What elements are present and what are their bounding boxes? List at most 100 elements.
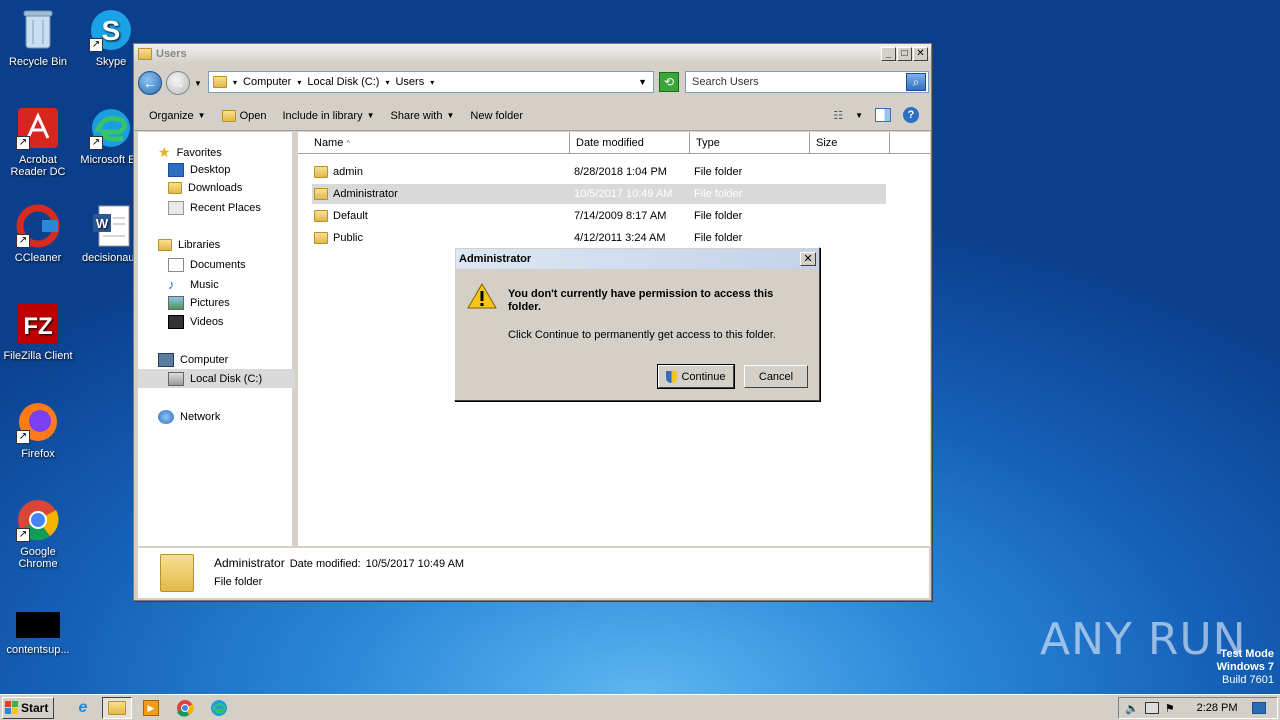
nav-videos[interactable]: Videos xyxy=(168,315,223,329)
view-options-icon[interactable]: ☷ xyxy=(833,109,843,122)
search-placeholder: Search Users xyxy=(692,76,759,88)
volume-icon[interactable]: 🔈 xyxy=(1125,702,1139,715)
nav-pictures[interactable]: Pictures xyxy=(168,296,230,310)
nav-music[interactable]: ♪ Music xyxy=(168,277,219,292)
nav-favorites[interactable]: ★ Favorites xyxy=(158,144,222,161)
chevron-down-icon: ▼ xyxy=(366,111,375,120)
nav-documents[interactable]: Documents xyxy=(168,258,246,272)
nav-computer[interactable]: Computer xyxy=(158,353,228,367)
column-header-size[interactable]: Size xyxy=(810,132,890,154)
row-type: File folder xyxy=(694,166,743,178)
chevron-down-icon[interactable]: ▾ xyxy=(297,78,301,87)
desktop-icon-contentsup[interactable]: contentsup... xyxy=(0,610,76,656)
address-box[interactable]: ▾ Computer ▾ Local Disk (C:) ▾ Users ▾ ▼ xyxy=(208,71,654,93)
details-pane: Administrator Date modified: 10/5/2017 1… xyxy=(138,548,929,598)
clock[interactable]: 2:28 PM xyxy=(1197,702,1238,714)
help-icon[interactable]: ? xyxy=(903,107,919,123)
close-button[interactable]: ✕ xyxy=(913,47,928,61)
desktop-icon xyxy=(168,163,184,177)
continue-button[interactable]: Continue xyxy=(657,364,735,389)
share-with-button[interactable]: Share with ▼ xyxy=(391,110,455,122)
forward-button[interactable]: → xyxy=(166,71,190,95)
table-row[interactable]: Administrator 10/5/2017 10:49 AM File fo… xyxy=(312,184,886,204)
nav-local-disk[interactable]: Local Disk (C:) xyxy=(168,372,262,386)
nav-libraries[interactable]: Libraries xyxy=(158,239,220,251)
network-icon xyxy=(158,410,174,424)
desktop-icon-recycle-bin[interactable]: Recycle Bin xyxy=(0,8,76,68)
breadcrumb-local-disk[interactable]: Local Disk (C:) xyxy=(307,76,379,88)
taskbar-edge-icon[interactable] xyxy=(204,697,234,719)
locked-folder-icon xyxy=(314,166,328,178)
navigation-pane: ★ Favorites Desktop Downloads Recent Plac… xyxy=(138,132,295,546)
maximize-button[interactable]: □ xyxy=(897,47,912,61)
table-row[interactable]: Public 4/12/2011 3:24 AM File folder xyxy=(312,228,886,248)
organize-button[interactable]: Organize ▼ xyxy=(149,110,206,122)
nav-desktop[interactable]: Desktop xyxy=(168,163,230,177)
star-icon: ★ xyxy=(158,144,171,160)
nav-recent-places[interactable]: Recent Places xyxy=(168,201,261,215)
chevron-down-icon[interactable]: ▾ xyxy=(430,78,434,87)
documents-icon xyxy=(168,258,184,272)
breadcrumb-users[interactable]: Users xyxy=(395,76,424,88)
taskbar-media-player-icon[interactable]: ▶ xyxy=(136,697,166,719)
search-icon[interactable]: ⌕ xyxy=(906,73,926,91)
nav-label: Favorites xyxy=(176,146,222,159)
nav-label: Local Disk (C:) xyxy=(190,373,263,385)
dialog-close-button[interactable]: ✕ xyxy=(800,252,816,266)
action-center-flag-icon[interactable]: ⚑ xyxy=(1165,702,1175,715)
new-folder-button[interactable]: New folder xyxy=(470,110,523,122)
minimize-button[interactable]: _ xyxy=(881,47,896,61)
taskbar-ie-icon[interactable]: e xyxy=(68,697,98,719)
back-button[interactable]: ← xyxy=(138,71,162,95)
nav-network[interactable]: Network xyxy=(158,410,220,424)
desktop-icon-label: contentsup... xyxy=(6,644,70,656)
nav-downloads[interactable]: Downloads xyxy=(168,182,242,194)
locked-folder-icon xyxy=(314,188,328,200)
address-bar-row: ← → ▼ ▾ Computer ▾ Local Disk (C:) ▾ Use… xyxy=(138,68,929,98)
details-date-value: 10/5/2017 10:49 AM xyxy=(365,558,465,570)
address-dropdown-icon[interactable]: ▼ xyxy=(638,77,647,87)
cancel-button[interactable]: Cancel xyxy=(744,365,808,388)
column-header-name[interactable]: Name ^ xyxy=(298,132,570,154)
include-in-library-button[interactable]: Include in library ▼ xyxy=(282,110,374,122)
taskbar-explorer-icon[interactable] xyxy=(102,696,132,719)
taskbar-chrome-icon[interactable] xyxy=(170,697,200,719)
chevron-down-icon[interactable]: ▾ xyxy=(233,78,237,87)
explorer-titlebar[interactable]: Users _ □ ✕ xyxy=(134,44,931,64)
uac-shield-icon xyxy=(666,370,678,383)
chevron-down-icon: ▼ xyxy=(446,111,455,120)
show-desktop-icon[interactable] xyxy=(1251,702,1266,714)
music-icon: ♪ xyxy=(168,277,175,292)
dialog-titlebar[interactable]: Administrator ✕ xyxy=(456,249,818,269)
breadcrumb-computer[interactable]: Computer xyxy=(243,76,291,88)
search-input[interactable]: Search Users ⌕ xyxy=(685,71,929,93)
desktop-icon-acrobat[interactable]: ↗ Acrobat Reader DC xyxy=(0,106,76,178)
folder-icon xyxy=(314,232,328,244)
refresh-button[interactable]: ⟲ xyxy=(659,72,679,92)
desktop-icon-filezilla[interactable]: FZ FileZilla Client xyxy=(0,302,76,362)
folder-icon xyxy=(108,700,126,715)
desktop-icon-firefox[interactable]: ↗ Firefox xyxy=(0,400,76,460)
desktop-icon-ccleaner[interactable]: ↗ CCleaner xyxy=(0,204,76,264)
local-disk-icon xyxy=(168,372,184,386)
table-row[interactable]: admin 8/28/2018 1:04 PM File folder xyxy=(312,162,886,182)
folder-icon xyxy=(314,210,328,222)
start-button[interactable]: Start xyxy=(2,696,54,719)
nav-label: Documents xyxy=(190,259,246,271)
computer-icon xyxy=(158,353,174,367)
open-button[interactable]: Open xyxy=(221,109,266,122)
window-title: Users xyxy=(156,48,187,60)
network-tray-icon[interactable] xyxy=(1144,702,1159,714)
table-row[interactable]: Default 7/14/2009 8:17 AM File folder xyxy=(312,206,886,226)
desktop-icon-chrome[interactable]: ↗ Google Chrome xyxy=(0,498,76,570)
recent-pages-chevron-icon[interactable]: ▼ xyxy=(194,79,202,88)
chevron-down-icon[interactable]: ▼ xyxy=(855,111,863,120)
column-header-date[interactable]: Date modified xyxy=(570,132,690,154)
share-with-label: Share with xyxy=(390,109,443,122)
preview-pane-icon[interactable] xyxy=(875,108,891,122)
filezilla-icon: FZ xyxy=(16,302,60,346)
column-header-type[interactable]: Type xyxy=(690,132,810,154)
dialog-subtext: Click Continue to permanently get access… xyxy=(508,329,776,341)
system-tray: 🔈 ⚑ 2:28 PM xyxy=(1118,697,1278,719)
chevron-down-icon[interactable]: ▾ xyxy=(385,78,389,87)
